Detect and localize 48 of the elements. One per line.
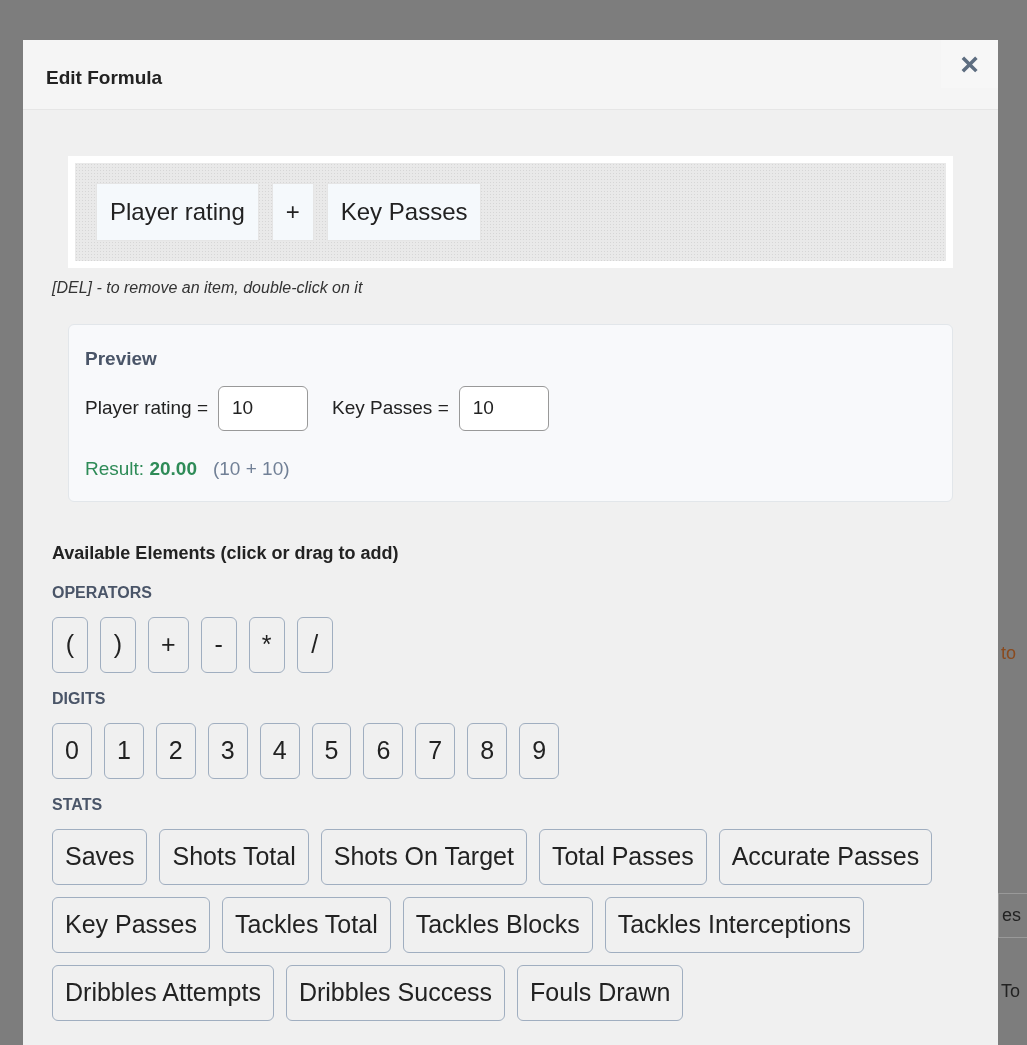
element-chip[interactable]: 6 xyxy=(363,723,404,779)
element-chip[interactable]: 3 xyxy=(207,723,248,779)
element-chip[interactable]: 2 xyxy=(155,723,196,779)
preview-title: Preview xyxy=(85,347,158,371)
element-chip[interactable]: Tackles Interceptions xyxy=(604,897,865,953)
element-chip[interactable]: 5 xyxy=(311,723,352,779)
result-text: Result: 20.00 xyxy=(85,456,197,481)
background-text: es xyxy=(998,893,1027,938)
element-chip[interactable]: Accurate Passes xyxy=(718,829,933,885)
element-chip[interactable]: ) xyxy=(100,617,136,673)
element-chip[interactable]: 4 xyxy=(259,723,300,779)
element-chip[interactable]: 8 xyxy=(467,723,508,779)
variable-label: Player rating = xyxy=(85,395,209,420)
element-chip[interactable]: 0 xyxy=(52,723,92,779)
element-chip[interactable]: Dribbles Success xyxy=(285,965,506,1021)
variable-input[interactable]: 10 xyxy=(218,385,309,431)
element-chip[interactable]: Tackles Total xyxy=(222,897,391,953)
modal-title: Edit Formula xyxy=(46,66,163,90)
element-chip[interactable]: Tackles Blocks xyxy=(402,897,593,953)
background-text: To xyxy=(1000,980,1021,1003)
group-label: STATS xyxy=(52,795,104,815)
formula-drop-area[interactable]: Player rating + Key Passes xyxy=(75,163,946,261)
group-label: DIGITS xyxy=(52,689,107,709)
result-expression: (10 + 10) xyxy=(212,456,290,481)
formula-item[interactable]: + xyxy=(271,183,314,241)
element-chip[interactable]: + xyxy=(148,617,189,673)
background-text: to xyxy=(1000,642,1017,665)
element-chip[interactable]: * xyxy=(248,617,285,673)
element-chip[interactable]: 7 xyxy=(415,723,456,779)
element-chip[interactable]: Saves xyxy=(52,829,148,885)
element-chip[interactable]: Fouls Drawn xyxy=(517,965,684,1021)
formula-item[interactable]: Key Passes xyxy=(326,183,482,241)
variable-label: Key Passes = xyxy=(332,395,449,420)
element-chip[interactable]: Dribbles Attempts xyxy=(52,965,274,1021)
element-chip[interactable]: - xyxy=(200,617,237,673)
group-label: OPERATORS xyxy=(52,583,153,603)
element-chip[interactable]: Total Passes xyxy=(538,829,707,885)
element-chip[interactable]: Key Passes xyxy=(52,897,210,953)
element-chip[interactable]: / xyxy=(296,617,333,673)
element-chip[interactable]: Shots On Target xyxy=(320,829,527,885)
element-chip[interactable]: 9 xyxy=(519,723,560,779)
element-chip[interactable]: 1 xyxy=(103,723,144,779)
element-chip[interactable]: ( xyxy=(52,617,88,673)
formula-item[interactable]: Player rating xyxy=(96,183,259,241)
variable-input[interactable]: 10 xyxy=(458,385,549,431)
hint-text: [DEL] - to remove an item, double-click on it xyxy=(52,278,364,298)
element-chip[interactable]: Shots Total xyxy=(159,829,309,885)
elements-title: Available Elements (click or drag to add) xyxy=(52,542,400,565)
